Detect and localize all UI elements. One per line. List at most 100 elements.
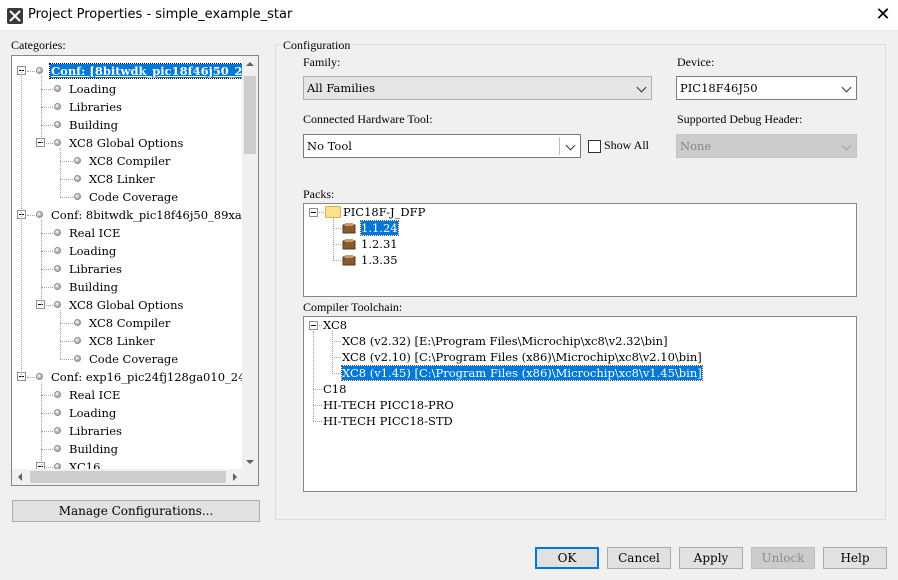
tree-category-node[interactable]: XC8 Linker bbox=[88, 332, 156, 350]
tree-node-label: Conf: exp16_pic24fj128ga010_24j40 bbox=[51, 370, 243, 384]
family-label: Family: bbox=[303, 55, 341, 69]
tree-category-node[interactable]: XC8 Global Options bbox=[68, 134, 184, 152]
chevron-down-icon bbox=[565, 140, 576, 151]
tree-horizontal-scrollbar[interactable] bbox=[12, 469, 243, 485]
tree-node-label: XC8 Linker bbox=[89, 334, 155, 348]
tree-category-node[interactable]: Building bbox=[68, 440, 119, 458]
tree-node-label: Code Coverage bbox=[89, 190, 179, 204]
tree-config-node[interactable]: Conf: exp16_pic24fj128ga010_24j40 bbox=[50, 368, 243, 386]
tree-category-node[interactable]: XC8 Global Options bbox=[68, 296, 184, 314]
close-button[interactable]: ✕ bbox=[868, 0, 898, 31]
pack-version-item[interactable]: 1.1.24 bbox=[360, 220, 399, 236]
node-icon bbox=[74, 355, 81, 362]
toolchain-other-label: HI-TECH PICC18-STD bbox=[323, 414, 453, 428]
node-icon bbox=[74, 319, 81, 326]
packs-label: Packs: bbox=[303, 187, 335, 201]
device-label: Device: bbox=[677, 55, 715, 69]
show-all-checkbox[interactable] bbox=[588, 140, 601, 153]
tree-config-node[interactable]: Conf: 8bitwdk_pic18f46j50_89xa bbox=[50, 206, 243, 224]
pack-root[interactable]: PIC18F-J_DFP bbox=[343, 205, 425, 220]
tree-node-label: XC8 Global Options bbox=[69, 298, 184, 312]
collapse-icon[interactable] bbox=[309, 321, 318, 330]
unlock-button: Unlock bbox=[751, 547, 815, 569]
tree-node-label: Conf: 8bitwdk_pic18f46j50_89xa bbox=[51, 208, 242, 222]
hardware-tool-select[interactable]: No Tool bbox=[303, 134, 581, 158]
mplab-icon bbox=[7, 8, 23, 24]
pack-icon bbox=[342, 239, 356, 250]
tree-category-node[interactable]: Loading bbox=[68, 80, 117, 98]
toolchain-version-label: XC8 (v2.10) [C:\Program Files (x86)\Micr… bbox=[342, 350, 702, 364]
tree-category-node[interactable]: Libraries bbox=[68, 260, 123, 278]
tree-category-node[interactable]: Real ICE bbox=[68, 224, 121, 242]
scroll-right-icon[interactable] bbox=[233, 473, 237, 481]
pack-version-item[interactable]: 1.2.31 bbox=[361, 237, 398, 252]
ok-button[interactable]: OK bbox=[535, 547, 599, 569]
node-icon bbox=[74, 193, 81, 200]
node-icon bbox=[54, 283, 61, 290]
tree-node-label: Building bbox=[69, 280, 119, 294]
node-icon bbox=[36, 211, 43, 218]
hardware-tool-label: Connected Hardware Tool: bbox=[303, 112, 433, 126]
toolchain-tree[interactable]: XC8 XC8 (v2.32) [E:\Program Files\Microc… bbox=[303, 316, 857, 492]
dropdown-separator bbox=[559, 137, 560, 155]
toolchain-other-item[interactable]: HI-TECH PICC18-STD bbox=[323, 414, 453, 429]
scroll-thumb-horizontal[interactable] bbox=[30, 471, 226, 483]
tree-category-node[interactable]: Loading bbox=[68, 242, 117, 260]
tree-config-node[interactable]: Conf: [8bitwdk_pic18f46j50_24j bbox=[49, 62, 243, 80]
title-bar: Project Properties - simple_example_star… bbox=[0, 0, 898, 31]
tree-category-node[interactable]: XC8 Linker bbox=[88, 170, 156, 188]
scroll-down-icon[interactable] bbox=[246, 460, 254, 464]
toolchain-version-item[interactable]: XC8 (v2.10) [C:\Program Files (x86)\Micr… bbox=[342, 350, 702, 365]
tree-category-node[interactable]: Real ICE bbox=[68, 386, 121, 404]
pack-version-item[interactable]: 1.3.35 bbox=[361, 253, 398, 268]
tree-node-label: Loading bbox=[69, 406, 117, 420]
packs-tree[interactable]: PIC18F-J_DFP 1.1.24 1.2.31 1.3.35 bbox=[303, 203, 857, 297]
apply-button[interactable]: Apply bbox=[679, 547, 743, 569]
node-icon bbox=[54, 229, 61, 236]
node-icon bbox=[54, 85, 61, 92]
tree-node-label: Real ICE bbox=[69, 226, 121, 240]
toolchain-other-label: HI-TECH PICC18-PRO bbox=[323, 398, 454, 412]
tree-category-node[interactable]: XC8 Compiler bbox=[88, 314, 171, 332]
categories-tree[interactable]: Conf: [8bitwdk_pic18f46j50_24j Loading Lib… bbox=[11, 55, 259, 486]
toolchain-xc8-label: XC8 bbox=[323, 318, 348, 332]
scroll-thumb[interactable] bbox=[244, 76, 256, 154]
toolchain-xc8[interactable]: XC8 bbox=[323, 318, 347, 333]
device-value: PIC18F46J50 bbox=[680, 81, 758, 95]
tree-category-node[interactable]: Libraries bbox=[68, 422, 123, 440]
manage-configurations-button[interactable]: Manage Configurations... bbox=[12, 500, 260, 522]
node-icon bbox=[74, 175, 81, 182]
toolchain-version-item[interactable]: XC8 (v1.45) [C:\Program Files (x86)\Micr… bbox=[341, 365, 703, 381]
tree-category-node[interactable]: Building bbox=[68, 116, 119, 134]
pack-version-label: 1.3.35 bbox=[361, 253, 398, 267]
device-combobox[interactable]: PIC18F46J50 bbox=[676, 76, 857, 100]
debug-header-label: Supported Debug Header: bbox=[677, 112, 803, 126]
scroll-left-icon[interactable] bbox=[18, 473, 22, 481]
collapse-icon[interactable] bbox=[309, 208, 318, 217]
tree-category-node[interactable]: XC8 Compiler bbox=[88, 152, 171, 170]
debug-header-select: None bbox=[676, 134, 857, 158]
tree-category-node[interactable]: Code Coverage bbox=[88, 350, 179, 368]
node-icon bbox=[54, 103, 61, 110]
tree-node-label: Loading bbox=[69, 244, 117, 258]
toolchain-other-item[interactable]: HI-TECH PICC18-PRO bbox=[323, 398, 454, 413]
hardware-tool-value: No Tool bbox=[307, 139, 352, 153]
pack-icon bbox=[342, 255, 356, 266]
cancel-button[interactable]: Cancel bbox=[607, 547, 671, 569]
toolchain-other-item[interactable]: C18 bbox=[323, 382, 346, 397]
show-all-label[interactable]: Show All bbox=[604, 138, 649, 153]
tree-vertical-scrollbar[interactable] bbox=[242, 56, 258, 470]
debug-header-value: None bbox=[680, 139, 712, 153]
tree-category-node[interactable]: Building bbox=[68, 278, 119, 296]
tree-category-node[interactable]: Loading bbox=[68, 404, 117, 422]
tree-category-node[interactable]: Libraries bbox=[68, 98, 123, 116]
pack-version-label: 1.1.24 bbox=[360, 220, 399, 236]
node-icon bbox=[54, 247, 61, 254]
scroll-up-icon[interactable] bbox=[246, 62, 254, 66]
family-select[interactable]: All Families bbox=[303, 76, 652, 100]
help-button[interactable]: Help bbox=[823, 547, 887, 569]
toolchain-version-item[interactable]: XC8 (v2.32) [E:\Program Files\Microchip\… bbox=[342, 334, 668, 349]
categories-tree-content: Conf: [8bitwdk_pic18f46j50_24j Loading Lib… bbox=[12, 56, 243, 470]
folder-node-icon bbox=[54, 139, 61, 146]
tree-category-node[interactable]: Code Coverage bbox=[88, 188, 179, 206]
